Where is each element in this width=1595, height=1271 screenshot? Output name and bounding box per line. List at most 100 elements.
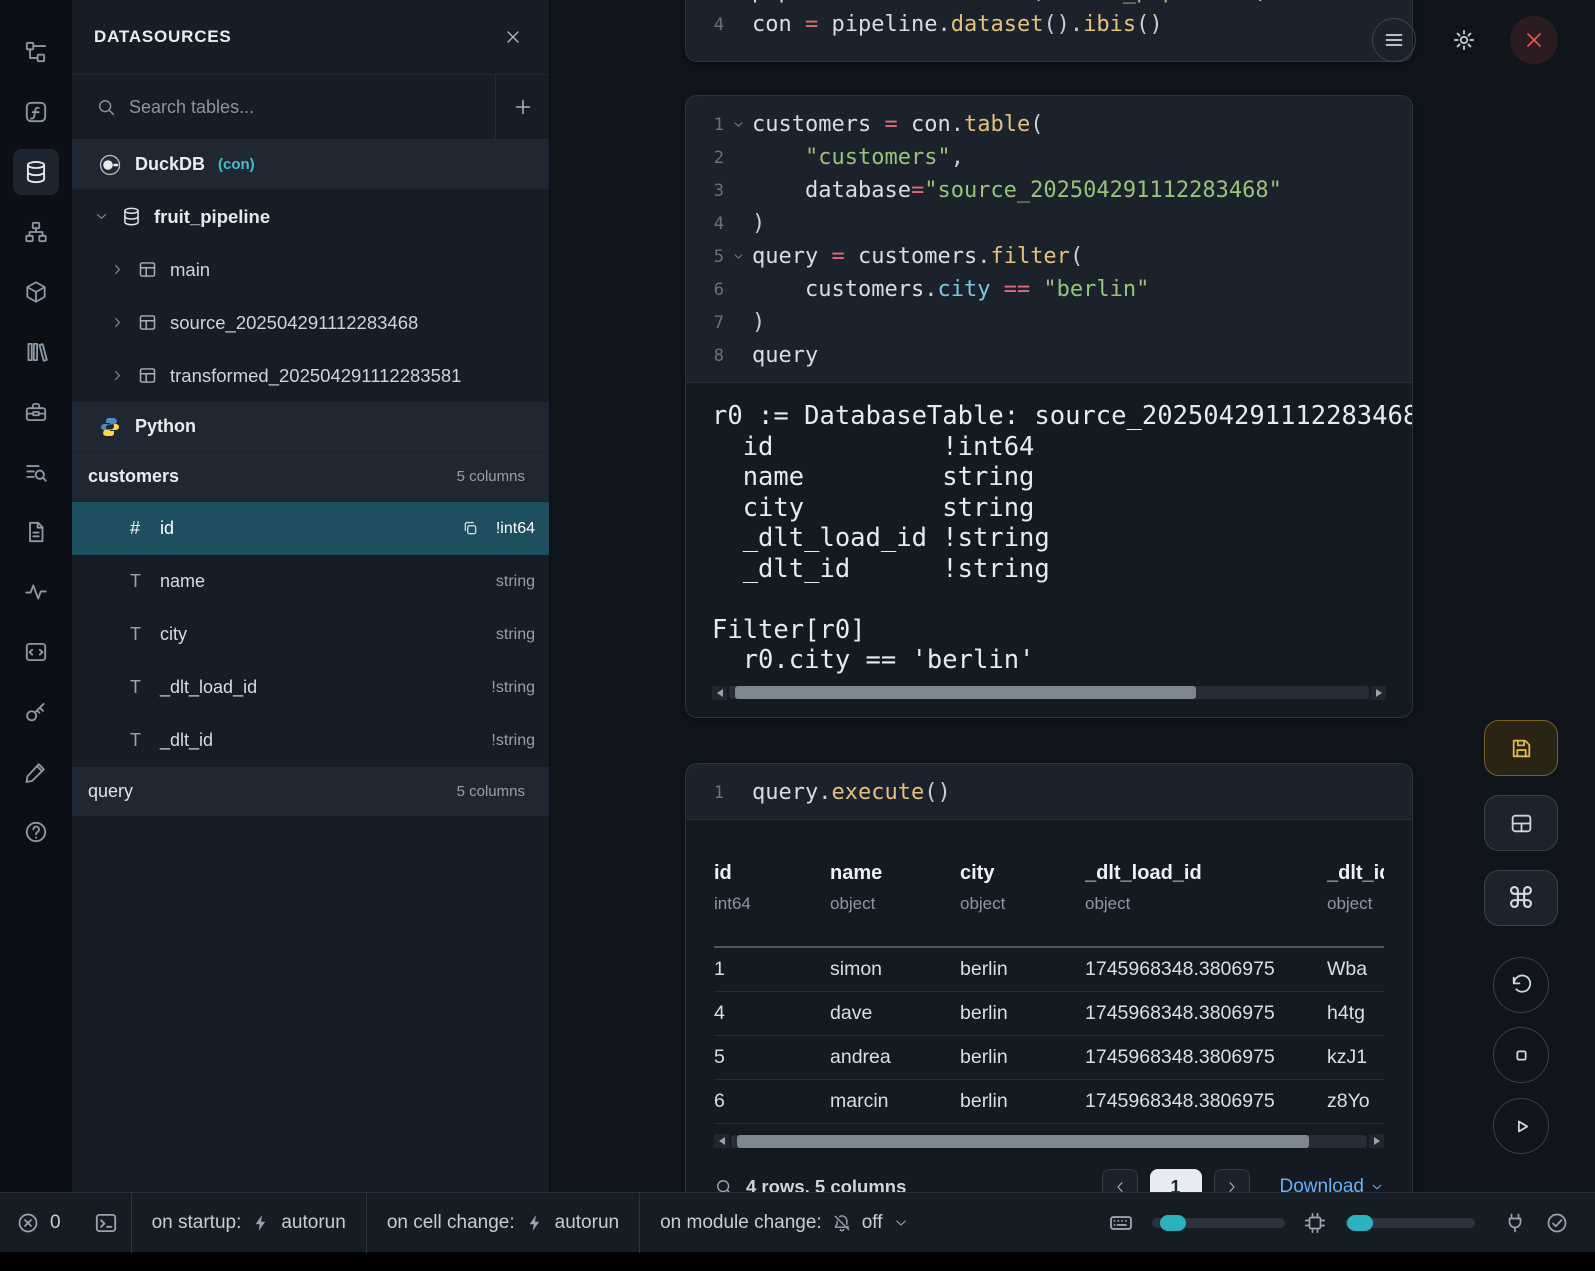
download-link[interactable]: Download — [1280, 1176, 1385, 1192]
layout-button[interactable] — [1484, 795, 1558, 851]
scrollbar-thumb[interactable] — [737, 1135, 1309, 1148]
shutdown-button[interactable] — [1510, 16, 1558, 64]
menu-button[interactable] — [1372, 18, 1416, 62]
rail-item-pen[interactable] — [13, 749, 59, 795]
tree-item-main[interactable]: main — [72, 243, 549, 296]
table-row[interactable]: 4daveberlin1745968348.3806975h4tg — [714, 992, 1384, 1036]
column-row-_dlt_id[interactable]: T_dlt_id!string — [72, 714, 549, 767]
rail-item-tree[interactable] — [13, 29, 59, 75]
fold-chevron-icon[interactable] — [724, 250, 752, 263]
on-cell-change-setting[interactable]: on cell change: autorun — [367, 1193, 639, 1252]
on-module-change-setting[interactable]: on module change: off — [640, 1193, 928, 1252]
add-datasource-button[interactable] — [495, 75, 549, 139]
rail-item-code-window[interactable] — [13, 629, 59, 675]
rail-item-document[interactable] — [13, 509, 59, 555]
chevron-right-icon[interactable] — [110, 262, 125, 277]
column-header-city[interactable]: cityobject — [960, 848, 1085, 946]
stop-button[interactable] — [1493, 1027, 1549, 1083]
column-type: string — [496, 573, 535, 591]
next-page-button[interactable] — [1214, 1169, 1250, 1192]
column-row-id[interactable]: #id!int64 — [72, 502, 549, 555]
scrollbar-thumb[interactable] — [735, 686, 1196, 699]
error-counter[interactable]: 0 — [0, 1193, 81, 1252]
prev-page-button[interactable] — [1102, 1169, 1138, 1192]
close-panel-button[interactable] — [503, 27, 523, 47]
scroll-right-button[interactable] — [1371, 686, 1386, 700]
table-row[interactable]: 5andreaberlin1745968348.3806975kzJ1 — [714, 1036, 1384, 1080]
column-row-name[interactable]: Tnamestring — [72, 555, 549, 608]
code-line[interactable]: 5query = customers.filter( — [686, 240, 1412, 273]
scrollbar-track[interactable] — [731, 1135, 1367, 1148]
rail-item-library[interactable] — [13, 329, 59, 375]
search-icon[interactable] — [714, 1177, 734, 1192]
table-row[interactable]: 6marcinberlin1745968348.3806975z8Yo — [714, 1080, 1384, 1124]
settings-button[interactable] — [1442, 18, 1486, 62]
keyboard-icon[interactable] — [1108, 1210, 1134, 1236]
code-line[interactable]: 1customers = con.table( — [686, 108, 1412, 141]
command-palette-button[interactable]: ⌘ — [1484, 870, 1558, 926]
tree-item-transformed_202504291112283581[interactable]: transformed_202504291112283581 — [72, 349, 549, 402]
rail-item-toolbox[interactable] — [13, 389, 59, 435]
scroll-left-button[interactable] — [714, 1134, 729, 1148]
column-header-_dlt_id[interactable]: _dlt_idobject — [1327, 848, 1384, 946]
column-header-_dlt_load_id[interactable]: _dlt_load_idobject — [1085, 848, 1327, 946]
rail-item-key[interactable] — [13, 689, 59, 735]
column-row-_dlt_load_id[interactable]: T_dlt_load_id!string — [72, 661, 549, 714]
fold-chevron-icon[interactable] — [724, 118, 752, 131]
copy-icon[interactable] — [461, 519, 480, 538]
scroll-left-button[interactable] — [712, 686, 727, 700]
chip-slider[interactable] — [1345, 1218, 1475, 1228]
terminal-button[interactable] — [81, 1193, 131, 1252]
code-line[interactable]: 7) — [686, 306, 1412, 339]
tree-item-fruit_pipeline[interactable]: fruit_pipeline — [72, 190, 549, 243]
column-header-name[interactable]: nameobject — [830, 848, 960, 946]
tree-item-source_202504291112283468[interactable]: source_202504291112283468 — [72, 296, 549, 349]
chip-icon[interactable] — [1303, 1211, 1327, 1235]
on-startup-label: on startup: — [152, 1212, 242, 1234]
rail-item-help[interactable] — [13, 809, 59, 855]
chevron-right-icon[interactable] — [110, 315, 125, 330]
code-line[interactable]: 8query — [686, 339, 1412, 372]
scrollbar-track[interactable] — [729, 686, 1369, 699]
code-line[interactable]: 6 customers.city == "berlin" — [686, 273, 1412, 306]
rail-item-activity[interactable] — [13, 569, 59, 615]
lightning-icon — [525, 1213, 545, 1233]
section-python[interactable]: Python — [72, 402, 549, 452]
rail-item-database[interactable] — [13, 149, 59, 195]
code-line[interactable]: 4) — [686, 207, 1412, 240]
code-line[interactable]: 3pipeline = dlt.attach("fruit_pipeline") — [686, 0, 1412, 8]
rail-item-package[interactable] — [13, 269, 59, 315]
engine-row-duckdb[interactable]: DuckDB (con) — [72, 140, 549, 190]
table-row-query[interactable]: query 5 columns — [72, 767, 549, 817]
scroll-right-button[interactable] — [1369, 1134, 1384, 1148]
schema-icon — [137, 259, 158, 280]
undo-button[interactable] — [1493, 957, 1549, 1013]
chevron-right-icon[interactable] — [110, 368, 125, 383]
run-button[interactable] — [1493, 1098, 1549, 1154]
slider-thumb[interactable] — [1160, 1215, 1186, 1231]
rail-item-sitemap[interactable] — [13, 209, 59, 255]
code-line[interactable]: 2 "customers", — [686, 141, 1412, 174]
column-row-city[interactable]: Tcitystring — [72, 608, 549, 661]
save-button[interactable] — [1484, 720, 1558, 776]
table-cell: berlin — [960, 1002, 1085, 1025]
engine-name: DuckDB — [135, 154, 205, 175]
chevron-down-icon[interactable] — [94, 209, 109, 224]
on-cell-change-value: autorun — [555, 1212, 619, 1234]
code-line[interactable]: 3 database="source_202504291112283468" — [686, 174, 1412, 207]
tree-label: source_202504291112283468 — [170, 312, 418, 334]
result-table-header: idint64nameobjectcityobject_dlt_load_ido… — [714, 848, 1384, 948]
connection-icon[interactable] — [1503, 1211, 1527, 1235]
code-line[interactable]: 4con = pipeline.dataset().ibis() — [686, 8, 1412, 41]
rail-item-function[interactable] — [13, 89, 59, 135]
search-input[interactable] — [129, 97, 481, 118]
gear-icon — [1452, 28, 1476, 52]
keyboard-slider[interactable] — [1152, 1218, 1285, 1228]
rail-item-list-search[interactable] — [13, 449, 59, 495]
table-row-customers[interactable]: customers 5 columns — [72, 452, 549, 502]
slider-thumb[interactable] — [1347, 1215, 1373, 1231]
column-header-id[interactable]: idint64 — [714, 848, 830, 946]
table-row[interactable]: 1simonberlin1745968348.3806975Wba — [714, 948, 1384, 992]
code-line[interactable]: 1query.execute() — [686, 776, 1412, 809]
on-startup-setting[interactable]: on startup: autorun — [132, 1193, 366, 1252]
